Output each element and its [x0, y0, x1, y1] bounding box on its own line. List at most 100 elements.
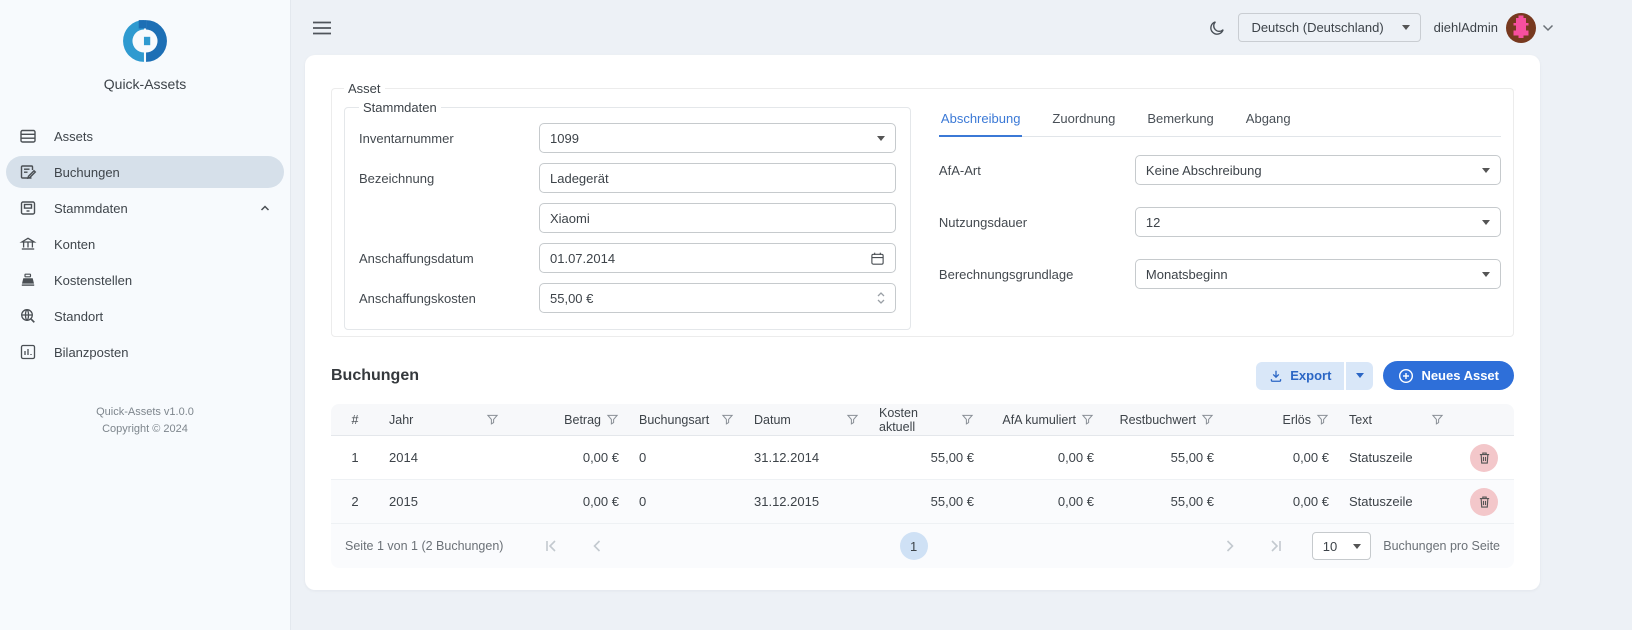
delete-row-button[interactable]: [1470, 488, 1498, 516]
sidebar-footer: Quick-Assets v1.0.0 Copyright © 2024: [0, 404, 290, 438]
cash-register-icon: [19, 271, 37, 289]
buchungen-header: Buchungen Export: [331, 361, 1514, 390]
inventarnummer-select[interactable]: 1099: [539, 123, 896, 153]
filter-funnel-icon[interactable]: [1431, 414, 1444, 426]
chart-box-icon: [19, 343, 37, 361]
berechnungsgrundlage-select[interactable]: Monatsbeginn: [1135, 259, 1501, 289]
caret-down-icon: [1482, 168, 1490, 173]
nutzungsdauer-value: 12: [1146, 215, 1160, 230]
language-select[interactable]: Deutsch (Deutschland): [1238, 13, 1420, 42]
anschaffungskosten-label: Anschaffungskosten: [359, 291, 539, 306]
filter-funnel-icon[interactable]: [486, 414, 499, 426]
col-afa-kumuliert: AfA kumuliert: [984, 413, 1104, 427]
sidebar-item-label: Konten: [54, 237, 95, 252]
prev-page-button[interactable]: [587, 537, 607, 555]
globe-search-icon: [19, 307, 37, 325]
afa-art-value: Keine Abschreibung: [1146, 163, 1262, 178]
table-row: 1 2014 0,00 € 0 31.12.2014 55,00 € 0,00 …: [331, 436, 1514, 480]
tab-abschreibung[interactable]: Abschreibung: [939, 104, 1023, 137]
page-size-select[interactable]: 10: [1312, 532, 1371, 560]
sidebar: Quick-Assets Assets Buch: [0, 0, 291, 630]
nutzungsdauer-select[interactable]: 12: [1135, 207, 1501, 237]
bezeichnung-input[interactable]: Ladegerät: [539, 163, 896, 193]
cell-betrag: 0,00 €: [509, 494, 629, 509]
cell-jahr: 2014: [379, 450, 509, 465]
page-number-button[interactable]: 1: [900, 532, 928, 560]
col-label: Datum: [754, 413, 791, 427]
sidebar-nav: Assets Buchungen Stamm: [0, 120, 290, 368]
export-options-button[interactable]: [1346, 362, 1373, 390]
col-text: Text: [1339, 413, 1454, 427]
cell-datum: 31.12.2014: [744, 450, 869, 465]
filter-funnel-icon[interactable]: [606, 414, 619, 426]
filter-funnel-icon[interactable]: [1316, 414, 1329, 426]
number-stepper[interactable]: [877, 292, 885, 304]
tab-abgang[interactable]: Abgang: [1244, 104, 1293, 136]
user-menu-chevron-icon[interactable]: [1542, 24, 1554, 32]
stammdaten-fieldset: Stammdaten Inventarnummer 1099 Bezeichnu…: [344, 100, 911, 330]
buchungen-title: Buchungen: [331, 367, 419, 385]
sidebar-item-label: Stammdaten: [54, 201, 128, 216]
archive-icon: [19, 199, 37, 217]
pagination-summary: Seite 1 von 1 (2 Buchungen): [345, 539, 503, 553]
cell-buchungsart: 0: [629, 450, 744, 465]
sidebar-item-bilanzposten[interactable]: Bilanzposten: [6, 336, 284, 368]
calendar-icon[interactable]: [870, 251, 885, 266]
sidebar-item-assets[interactable]: Assets: [6, 120, 284, 152]
sidebar-item-label: Bilanzposten: [54, 345, 128, 360]
anschaffungskosten-input[interactable]: 55,00 €: [539, 283, 896, 313]
filter-funnel-icon[interactable]: [846, 414, 859, 426]
cell-restbuchwert: 55,00 €: [1104, 450, 1224, 465]
afa-art-select[interactable]: Keine Abschreibung: [1135, 155, 1501, 185]
anschaffungsdatum-input[interactable]: 01.07.2014: [539, 243, 896, 273]
table-pagination: Seite 1 von 1 (2 Buchungen) 1: [331, 524, 1514, 568]
hamburger-icon: [313, 21, 331, 35]
moon-icon: [1209, 19, 1226, 36]
nutzungsdauer-label: Nutzungsdauer: [939, 215, 1135, 230]
col-jahr: Jahr: [379, 413, 509, 427]
col-buchungsart: Buchungsart: [629, 413, 744, 427]
col-restbuchwert: Restbuchwert: [1104, 413, 1224, 427]
col-datum: Datum: [744, 413, 869, 427]
sidebar-item-buchungen[interactable]: Buchungen: [6, 156, 284, 188]
caret-down-icon: [1482, 272, 1490, 277]
inventarnummer-value: 1099: [550, 131, 579, 146]
bezeichnung2-value: Xiaomi: [550, 211, 590, 226]
username: diehlAdmin: [1434, 20, 1498, 35]
afa-art-label: AfA-Art: [939, 163, 1135, 178]
download-icon: [1269, 369, 1283, 383]
export-button[interactable]: Export: [1256, 362, 1344, 390]
col-label: Jahr: [389, 413, 413, 427]
sidebar-item-konten[interactable]: Konten: [6, 228, 284, 260]
theme-toggle-button[interactable]: [1205, 15, 1230, 40]
filter-funnel-icon[interactable]: [1081, 414, 1094, 426]
bezeichnung2-input[interactable]: Xiaomi: [539, 203, 896, 233]
first-page-button[interactable]: [541, 537, 561, 555]
chevron-up-icon: [258, 201, 272, 215]
filter-funnel-icon[interactable]: [721, 414, 734, 426]
tab-zuordnung[interactable]: Zuordnung: [1050, 104, 1117, 136]
trash-icon: [1478, 451, 1491, 465]
filter-funnel-icon[interactable]: [961, 414, 974, 426]
app-title: Quick-Assets: [0, 76, 290, 92]
sidebar-item-stammdaten[interactable]: Stammdaten: [6, 192, 284, 224]
user-avatar[interactable]: [1506, 13, 1536, 43]
plus-circle-icon: [1398, 368, 1414, 384]
delete-row-button[interactable]: [1470, 444, 1498, 472]
cell-datum: 31.12.2015: [744, 494, 869, 509]
sidebar-item-kostenstellen[interactable]: Kostenstellen: [6, 264, 284, 296]
cell-afa: 0,00 €: [984, 494, 1104, 509]
sidebar-toggle-button[interactable]: [309, 17, 335, 39]
sidebar-item-standort[interactable]: Standort: [6, 300, 284, 332]
buchungen-table: # Jahr Betrag Buchungsart Datum: [331, 404, 1514, 568]
cell-text: Statuszeile: [1339, 494, 1454, 509]
next-page-button[interactable]: [1220, 537, 1240, 555]
tab-bemerkung[interactable]: Bemerkung: [1145, 104, 1215, 136]
last-page-button[interactable]: [1266, 537, 1286, 555]
main-area: Deutsch (Deutschland) diehlAdmin: [291, 0, 1632, 630]
cell-jahr: 2015: [379, 494, 509, 509]
new-asset-button[interactable]: Neues Asset: [1383, 361, 1514, 390]
bank-icon: [19, 235, 37, 253]
col-num: #: [331, 413, 379, 427]
filter-funnel-icon[interactable]: [1201, 414, 1214, 426]
